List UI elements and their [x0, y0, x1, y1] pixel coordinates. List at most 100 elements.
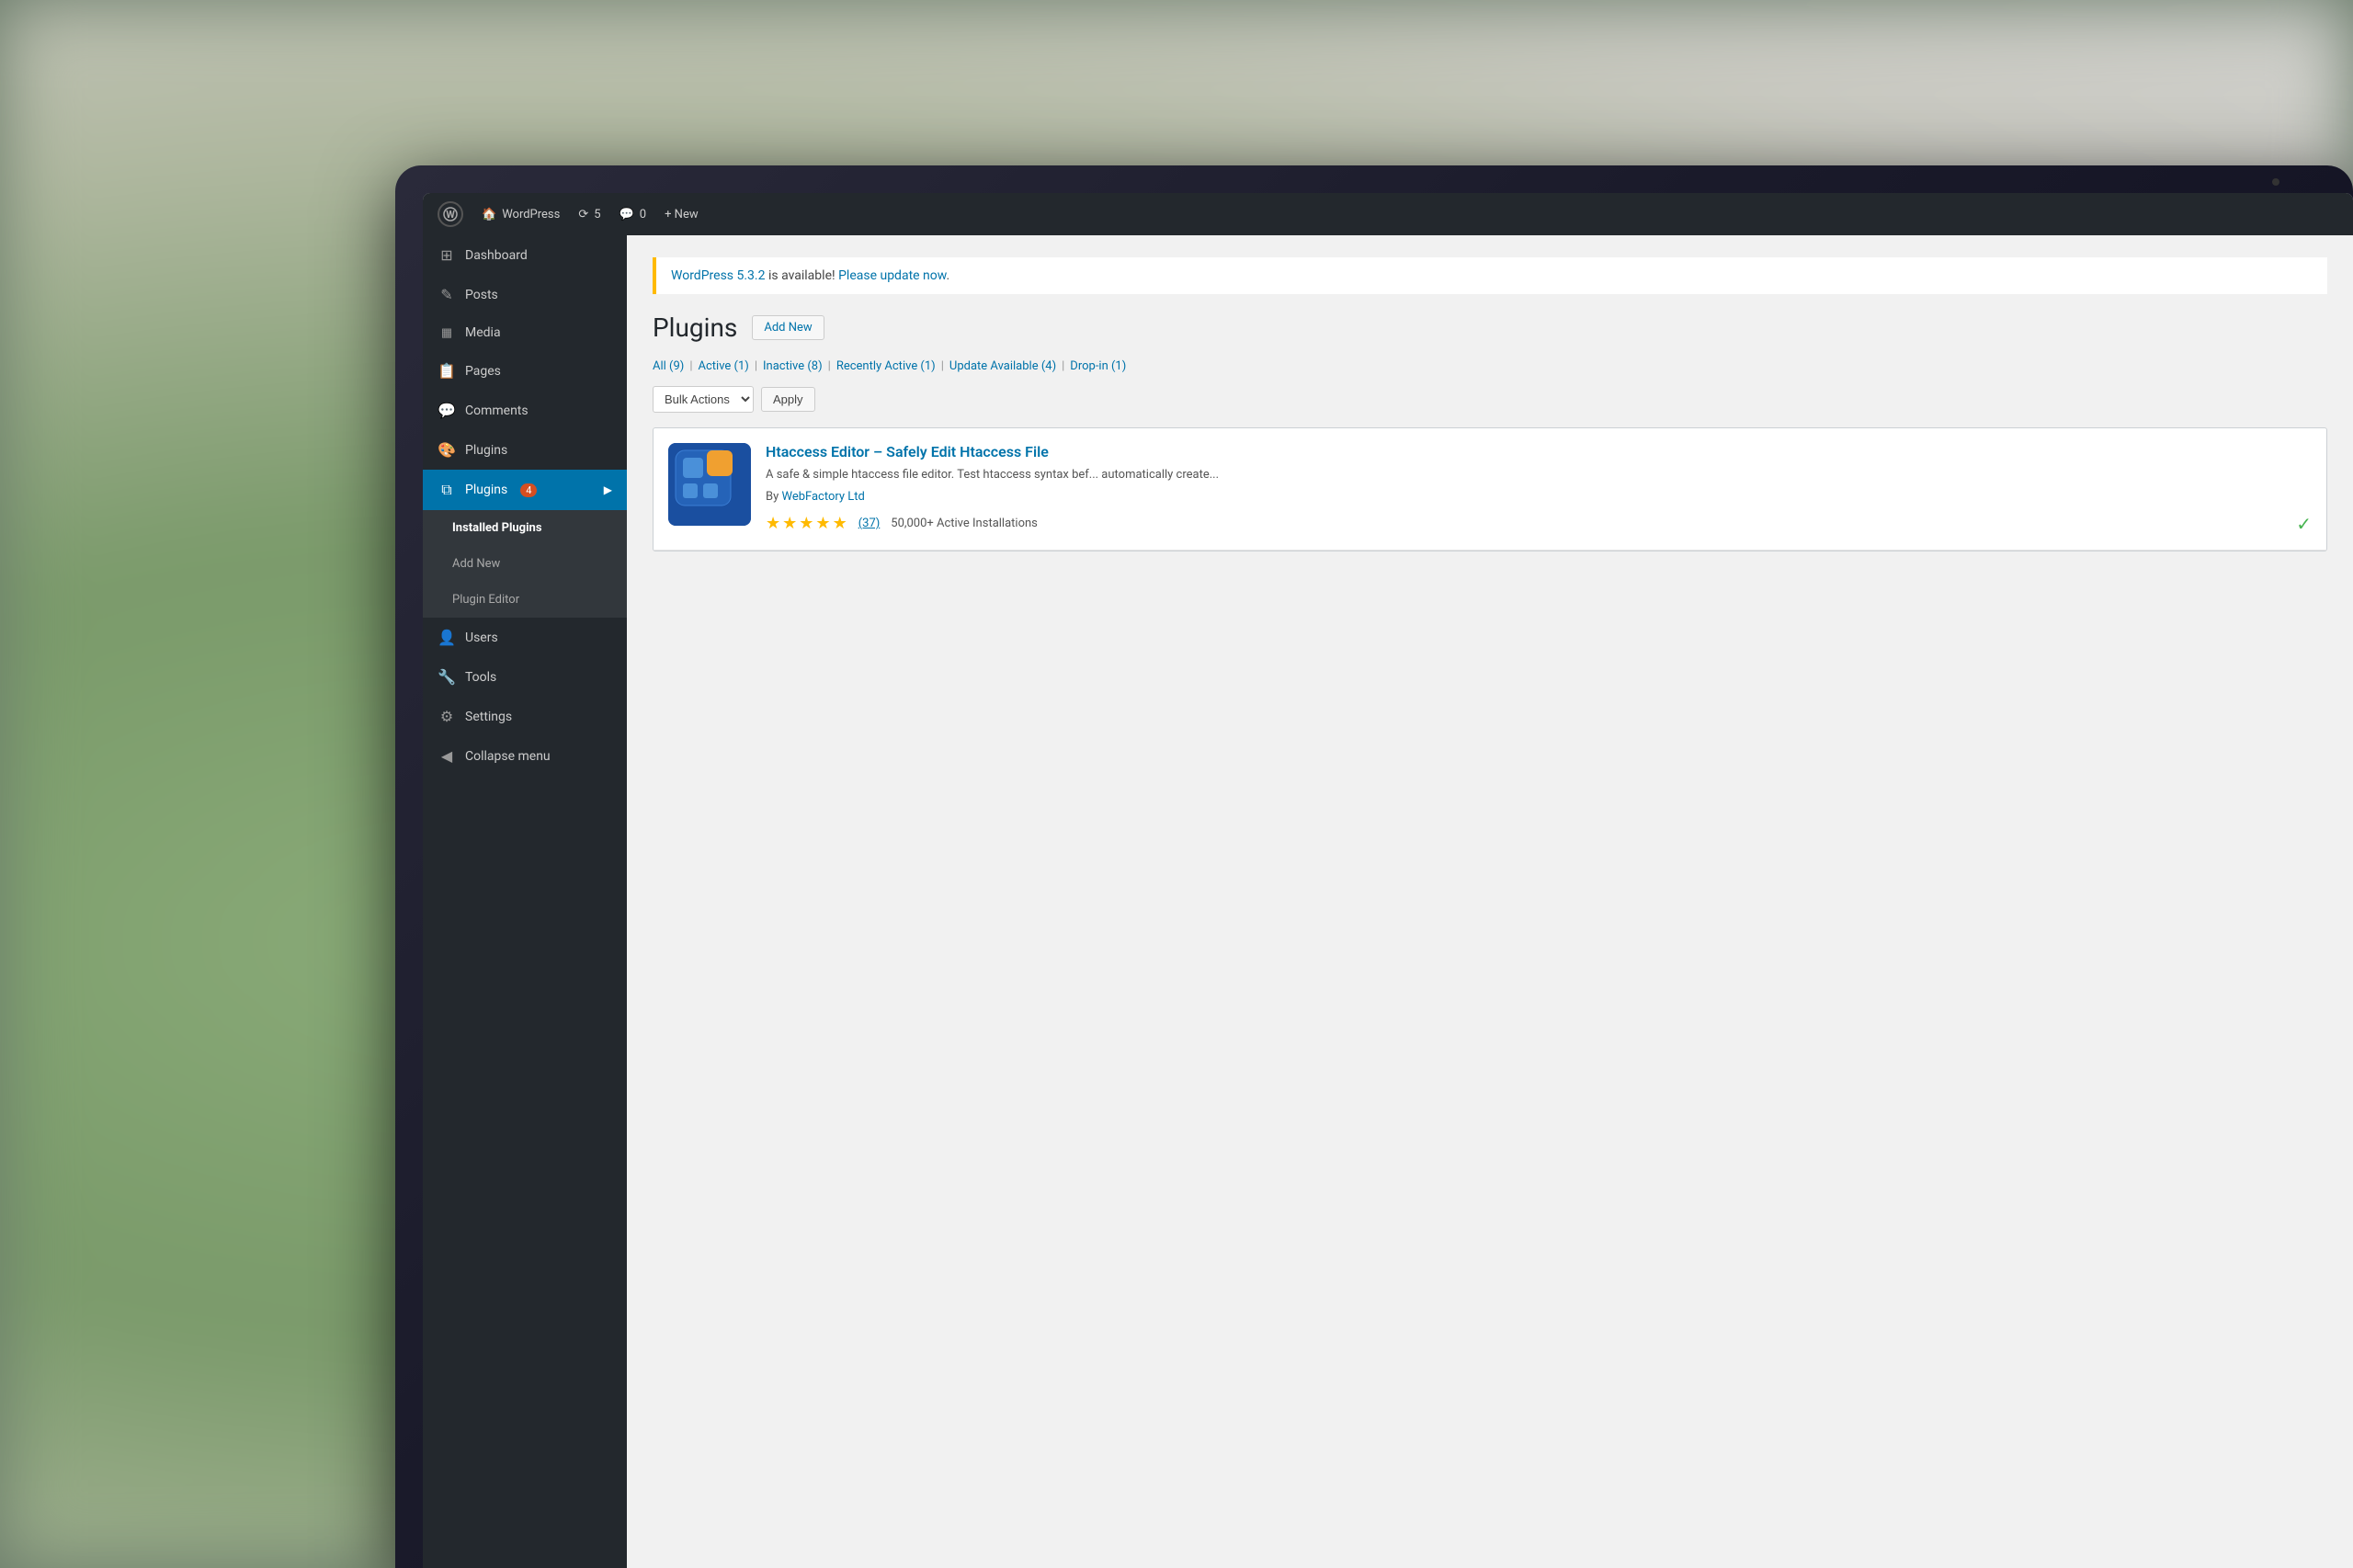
- add-new-plugin-label: Add New: [452, 557, 500, 571]
- bulk-actions-bar: Bulk Actions Activate Deactivate Update …: [653, 386, 2327, 413]
- filter-active[interactable]: Active (1): [699, 358, 749, 375]
- sidebar-item-posts[interactable]: ✎ Posts: [423, 275, 627, 314]
- page-title: Plugins: [653, 312, 737, 343]
- plugin-author-link[interactable]: WebFactory Ltd: [781, 490, 864, 504]
- admin-bar-new[interactable]: + New: [665, 208, 699, 222]
- admin-bar-comments[interactable]: 💬 0: [620, 208, 647, 222]
- active-checkmark: ✓: [2296, 513, 2312, 535]
- sidebar-label-dashboard: Dashboard: [465, 248, 528, 263]
- star-1: ★: [766, 514, 780, 533]
- filter-inactive[interactable]: Inactive (8): [763, 358, 823, 375]
- filter-links: All (9) | Active (1) | Inactive (8) | Re…: [653, 358, 2327, 375]
- media-icon: ▦: [438, 326, 456, 340]
- posts-icon: ✎: [438, 286, 456, 303]
- update-notice-text: is available!: [768, 268, 838, 283]
- comments-sidebar-icon: 💬: [438, 402, 456, 419]
- laptop-screen: W 🏠 WordPress ⟳ 5 💬 0 + New: [423, 193, 2353, 1568]
- add-new-button[interactable]: Add New: [752, 315, 824, 340]
- plugins-submenu: Installed Plugins Add New Plugin Editor: [423, 510, 627, 618]
- updates-count: 5: [594, 208, 600, 222]
- filter-update-available[interactable]: Update Available (4): [949, 358, 1056, 375]
- comments-count: 0: [640, 208, 646, 222]
- tools-icon: 🔧: [438, 668, 456, 686]
- sep-2: |: [755, 359, 757, 373]
- plugin-row: Htaccess Editor – Safely Edit Htaccess F…: [654, 428, 2326, 551]
- star-4: ★: [815, 514, 830, 533]
- sep-3: |: [828, 359, 831, 373]
- submenu-installed-plugins[interactable]: Installed Plugins: [423, 510, 627, 546]
- plugin-info: Htaccess Editor – Safely Edit Htaccess F…: [766, 443, 2312, 535]
- sidebar-item-pages[interactable]: 📋 Pages: [423, 351, 627, 391]
- sidebar-label-users: Users: [465, 631, 498, 645]
- filter-all[interactable]: All (9): [653, 358, 684, 375]
- installed-plugins-label: Installed Plugins: [452, 521, 542, 535]
- sidebar-item-appearance[interactable]: 🎨 Plugins: [423, 430, 627, 470]
- svg-text:W: W: [446, 209, 455, 221]
- sidebar-label-plugins: Plugins: [465, 483, 507, 497]
- sidebar-label-tools: Tools: [465, 670, 496, 685]
- plugin-author: By WebFactory Ltd: [766, 490, 2312, 504]
- sep-5: |: [1062, 359, 1064, 373]
- bulk-actions-select[interactable]: Bulk Actions Activate Deactivate Update …: [653, 386, 754, 413]
- plugins-badge: 4: [520, 483, 537, 497]
- sidebar-item-dashboard[interactable]: ⊞ Dashboard: [423, 235, 627, 275]
- wp-admin-bar: W 🏠 WordPress ⟳ 5 💬 0 + New: [423, 193, 2353, 235]
- sidebar-item-plugins[interactable]: ⧉ Plugins 4 ▶: [423, 470, 627, 510]
- install-count: 50,000+ Active Installations: [891, 517, 1038, 530]
- admin-bar-site[interactable]: 🏠 WordPress: [482, 208, 560, 222]
- sidebar-item-collapse[interactable]: ◀ Collapse menu: [423, 736, 627, 776]
- plugin-description: A safe & simple htaccess file editor. Te…: [766, 466, 2312, 484]
- sidebar-item-users[interactable]: 👤 Users: [423, 618, 627, 657]
- sidebar-label-appearance: Plugins: [465, 443, 507, 458]
- home-icon: 🏠: [482, 208, 496, 222]
- sidebar-label-comments: Comments: [465, 403, 529, 418]
- plugin-editor-label: Plugin Editor: [452, 593, 519, 607]
- collapse-icon: ◀: [438, 747, 456, 765]
- sep-4: |: [941, 359, 944, 373]
- wp-logo-icon[interactable]: W: [438, 201, 463, 227]
- sidebar-item-tools[interactable]: 🔧 Tools: [423, 657, 627, 697]
- sidebar-label-pages: Pages: [465, 364, 501, 379]
- camera-dot: [2272, 178, 2279, 186]
- rating-count[interactable]: (37): [858, 517, 881, 530]
- sidebar-label-collapse: Collapse menu: [465, 749, 551, 764]
- new-label: + New: [665, 208, 699, 222]
- pages-icon: 📋: [438, 362, 456, 380]
- apply-button[interactable]: Apply: [761, 387, 815, 412]
- plugins-arrow: ▶: [604, 483, 612, 496]
- wp-content: WordPress 5.3.2 is available! Please upd…: [627, 235, 2353, 1568]
- update-notice: WordPress 5.3.2 is available! Please upd…: [653, 257, 2327, 294]
- users-icon: 👤: [438, 629, 456, 646]
- comments-icon: 💬: [620, 208, 634, 222]
- sidebar-label-posts: Posts: [465, 288, 498, 302]
- submenu-plugin-editor[interactable]: Plugin Editor: [423, 582, 627, 618]
- plugin-icon: [668, 443, 751, 526]
- wp-main: ⊞ Dashboard ✎ Posts ▦ Media 📋 Pages 💬: [423, 235, 2353, 1568]
- page-title-area: Plugins Add New: [653, 312, 2327, 343]
- filter-recently-active[interactable]: Recently Active (1): [836, 358, 936, 375]
- filter-drop-in[interactable]: Drop-in (1): [1070, 358, 1126, 375]
- plugin-stars: ★ ★ ★ ★ ★: [766, 514, 847, 533]
- plugin-name[interactable]: Htaccess Editor – Safely Edit Htaccess F…: [766, 443, 2312, 460]
- update-now-link[interactable]: Please update now: [838, 268, 946, 283]
- appearance-icon: 🎨: [438, 441, 456, 459]
- sidebar-label-settings: Settings: [465, 710, 512, 724]
- sidebar-item-media[interactable]: ▦ Media: [423, 314, 627, 351]
- star-5: ★: [833, 514, 847, 533]
- admin-bar-updates[interactable]: ⟳ 5: [578, 208, 600, 222]
- plugin-meta: ★ ★ ★ ★ ★ (37) 50,000+ Active Installati…: [766, 513, 2312, 535]
- settings-icon: ⚙: [438, 708, 456, 725]
- sidebar-item-comments[interactable]: 💬 Comments: [423, 391, 627, 430]
- wp-sidebar: ⊞ Dashboard ✎ Posts ▦ Media 📋 Pages 💬: [423, 235, 627, 1568]
- wp-version-link[interactable]: WordPress 5.3.2: [671, 268, 765, 283]
- site-name: WordPress: [502, 208, 560, 222]
- star-3: ★: [799, 514, 813, 533]
- dashboard-icon: ⊞: [438, 246, 456, 264]
- plugins-table: Htaccess Editor – Safely Edit Htaccess F…: [653, 427, 2327, 551]
- updates-icon: ⟳: [578, 208, 588, 222]
- submenu-add-new[interactable]: Add New: [423, 546, 627, 582]
- sidebar-label-media: Media: [465, 325, 501, 340]
- sidebar-item-settings[interactable]: ⚙ Settings: [423, 697, 627, 736]
- laptop-frame: W 🏠 WordPress ⟳ 5 💬 0 + New: [395, 165, 2353, 1568]
- star-2: ★: [782, 514, 797, 533]
